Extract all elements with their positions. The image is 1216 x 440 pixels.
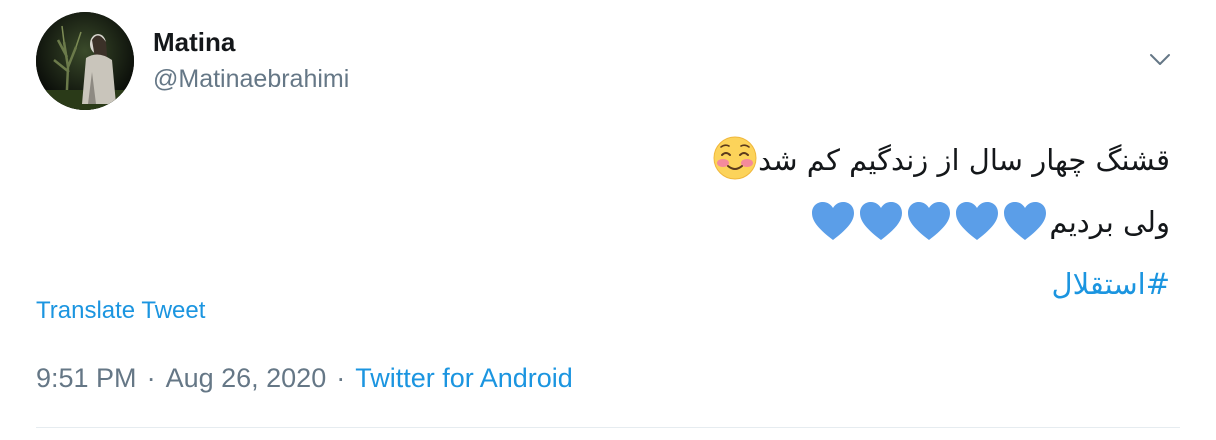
author-handle[interactable]: @Matinaebrahimi bbox=[153, 63, 349, 95]
author-display-name[interactable]: Matina bbox=[153, 26, 235, 58]
tweet-text-line-1-text: قشنگ چهار سال از زندگیم کم شد bbox=[758, 143, 1170, 177]
translate-tweet-link[interactable]: Translate Tweet bbox=[36, 296, 205, 326]
tweet-text-line-1: قشنگ چهار سال از زندگیم کم شد bbox=[470, 134, 1170, 196]
hashtag-link[interactable]: #استقلال bbox=[1052, 267, 1170, 301]
blue-heart-emoji bbox=[954, 200, 1000, 258]
more-menu-button[interactable] bbox=[1140, 44, 1180, 76]
meta-separator: · bbox=[146, 363, 156, 393]
blue-heart-emoji-group bbox=[809, 202, 1049, 240]
divider bbox=[36, 427, 1180, 428]
tweet-time[interactable]: 9:51 PM bbox=[36, 363, 137, 393]
blue-heart-emoji bbox=[906, 200, 952, 258]
tweet-text-line-3: #استقلال bbox=[470, 258, 1170, 310]
tweet-text-line-2-text: ولی بردیم bbox=[1049, 205, 1170, 239]
blue-heart-emoji bbox=[858, 200, 904, 258]
tweet-meta: 9:51 PM · Aug 26, 2020 · Twitter for Android bbox=[36, 362, 573, 394]
avatar[interactable] bbox=[36, 12, 134, 110]
blue-heart-emoji bbox=[810, 200, 856, 258]
tweet-source-link[interactable]: Twitter for Android bbox=[355, 363, 573, 393]
chevron-down-icon bbox=[1150, 54, 1170, 65]
meta-separator: · bbox=[336, 363, 346, 393]
blue-heart-emoji bbox=[1002, 200, 1048, 258]
avatar-photo bbox=[36, 12, 134, 110]
tweet-card: Matina @Matinaebrahimi قشنگ چهار سال از … bbox=[0, 0, 1216, 440]
tweet-text: قشنگ چهار سال از زندگیم کم شد ولی بردیم … bbox=[470, 134, 1170, 310]
tweet-date[interactable]: Aug 26, 2020 bbox=[166, 363, 327, 393]
tweet-text-line-2: ولی بردیم bbox=[470, 196, 1170, 258]
smiling-face-with-blush-emoji bbox=[713, 136, 757, 196]
